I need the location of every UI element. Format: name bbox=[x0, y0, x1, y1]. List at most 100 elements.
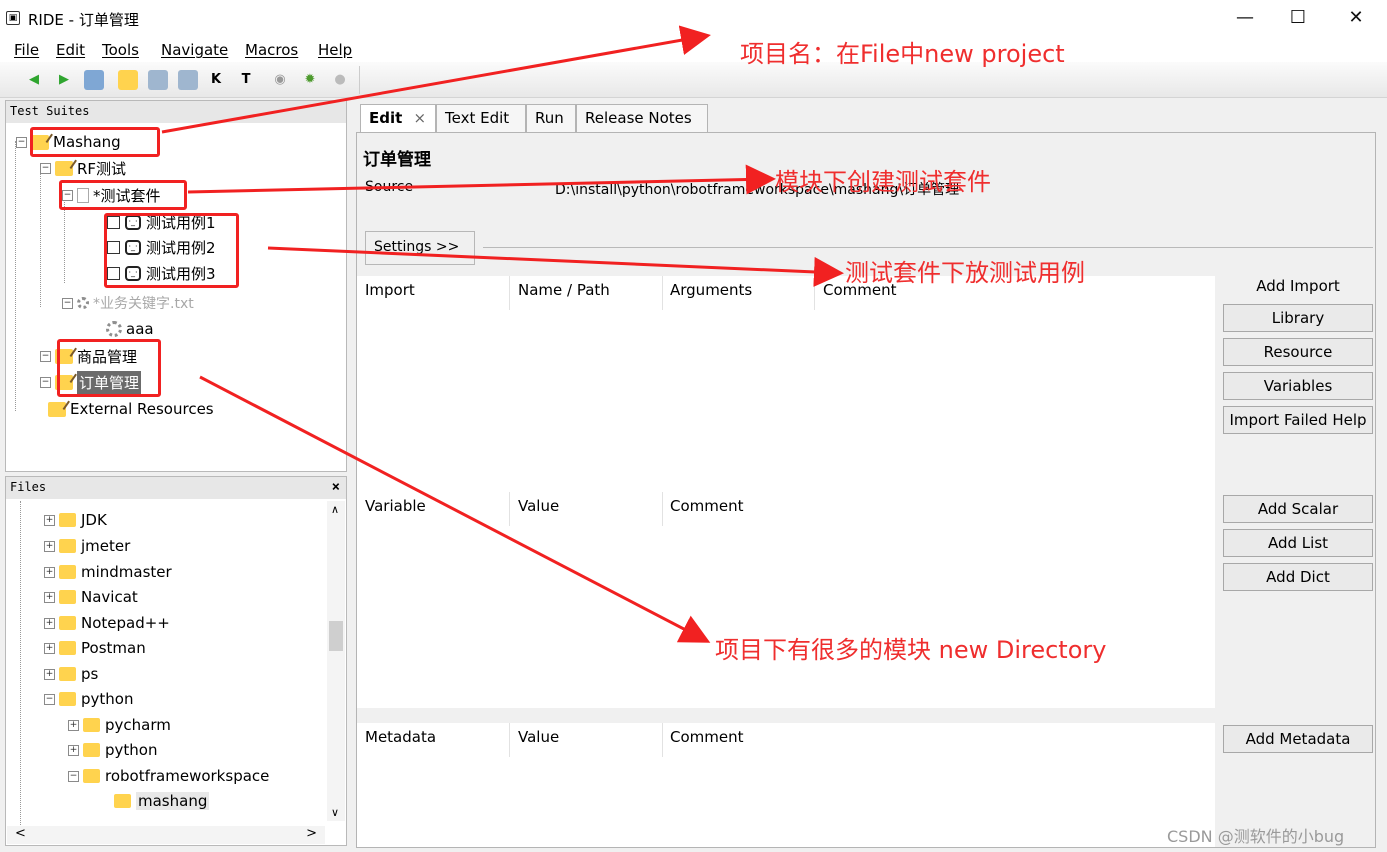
keyword-gear-icon bbox=[106, 321, 122, 337]
expand-icon[interactable]: + bbox=[44, 617, 55, 629]
scroll-thumb[interactable] bbox=[329, 621, 343, 651]
expand-icon[interactable]: + bbox=[44, 591, 55, 603]
menu-tools[interactable]: Tools bbox=[102, 41, 139, 59]
column-header: Comment bbox=[670, 497, 744, 515]
scroll-left-icon[interactable]: < bbox=[15, 826, 26, 841]
toolbar: ◀ ▶ K T ◉ ✹ ● bbox=[0, 62, 1387, 98]
file-item[interactable]: + JDK bbox=[44, 509, 107, 531]
window-title: RIDE - 订单管理 bbox=[28, 11, 139, 29]
watermark: CSDN @测软件的小bug bbox=[1167, 827, 1345, 846]
back-icon[interactable]: ◀ bbox=[24, 70, 44, 90]
file-item[interactable]: + ps bbox=[44, 663, 98, 685]
expand-icon[interactable]: + bbox=[44, 514, 55, 526]
variable-table[interactable]: Variable Value Comment bbox=[357, 492, 1215, 707]
folder-icon[interactable] bbox=[118, 70, 138, 90]
folder-icon bbox=[59, 565, 76, 579]
collapse-icon[interactable]: − bbox=[44, 693, 55, 705]
collapse-icon[interactable]: − bbox=[40, 376, 51, 388]
suite-folder-icon bbox=[55, 160, 73, 176]
save-icon[interactable] bbox=[148, 70, 168, 90]
close-window-button[interactable]: ✕ bbox=[1336, 4, 1376, 32]
scroll-down-icon[interactable]: ∨ bbox=[331, 806, 339, 819]
scroll-right-icon[interactable]: > bbox=[306, 826, 317, 841]
add-scalar-button[interactable]: Add Scalar bbox=[1223, 495, 1373, 523]
expand-icon[interactable]: + bbox=[44, 540, 55, 552]
collapse-icon[interactable]: − bbox=[40, 350, 51, 362]
file-label: python bbox=[105, 741, 158, 759]
close-tab-icon[interactable]: × bbox=[414, 109, 427, 127]
file-label: jmeter bbox=[81, 537, 131, 555]
highlight-suite bbox=[59, 180, 187, 210]
menu-macros[interactable]: Macros bbox=[245, 41, 298, 59]
forward-icon[interactable]: ▶ bbox=[54, 70, 74, 90]
tab-edit[interactable]: Edit × bbox=[360, 104, 436, 132]
files-horizontal-scrollbar[interactable]: < > bbox=[7, 826, 325, 844]
close-files-button[interactable]: × bbox=[332, 479, 340, 495]
folder-icon bbox=[59, 692, 76, 706]
toolbar-left-group: ◀ ▶ K T ◉ ✹ ● bbox=[8, 66, 360, 94]
variables-button[interactable]: Variables bbox=[1223, 372, 1373, 400]
tab-run[interactable]: Run bbox=[526, 104, 576, 132]
maximize-button[interactable]: ☐ bbox=[1278, 4, 1318, 32]
settings-button[interactable]: Settings >> bbox=[365, 231, 475, 265]
tree-node-keywords[interactable]: − *业务关键字.txt bbox=[62, 292, 194, 314]
suite-name: 订单管理 bbox=[363, 150, 431, 170]
debug-icon[interactable]: ✹ bbox=[300, 70, 320, 90]
expand-icon[interactable]: + bbox=[44, 668, 55, 680]
menu-navigate[interactable]: Navigate bbox=[161, 41, 228, 59]
text-search-icon[interactable]: T bbox=[236, 70, 256, 90]
open-icon[interactable] bbox=[84, 70, 104, 90]
run-icon[interactable]: ◉ bbox=[270, 70, 290, 90]
add-list-button[interactable]: Add List bbox=[1223, 529, 1373, 557]
menu-edit[interactable]: Edit bbox=[56, 41, 85, 59]
folder-icon bbox=[59, 539, 76, 553]
expand-icon[interactable]: + bbox=[44, 566, 55, 578]
add-dict-button[interactable]: Add Dict bbox=[1223, 563, 1373, 591]
tree-node-rf[interactable]: − RF测试 bbox=[40, 157, 126, 179]
file-label: ps bbox=[81, 665, 99, 683]
column-header: Value bbox=[518, 728, 560, 746]
library-button[interactable]: Library bbox=[1223, 304, 1373, 332]
collapse-icon[interactable]: − bbox=[68, 770, 79, 782]
file-item[interactable]: + Postman bbox=[44, 637, 146, 659]
settings-divider bbox=[483, 247, 1373, 248]
file-item[interactable]: mashang bbox=[114, 790, 210, 812]
tree-node-aaa[interactable]: aaa bbox=[106, 318, 154, 340]
save-all-icon[interactable] bbox=[178, 70, 198, 90]
collapse-icon[interactable]: − bbox=[62, 297, 73, 309]
annotation-module-suite: 模块下创建测试套件 bbox=[775, 168, 991, 196]
tab-release-notes[interactable]: Release Notes bbox=[576, 104, 708, 132]
highlight-project bbox=[30, 127, 160, 157]
menu-file[interactable]: File bbox=[14, 41, 39, 59]
tree-node-external[interactable]: External Resources bbox=[48, 398, 214, 420]
collapse-icon[interactable]: − bbox=[16, 136, 27, 148]
annotation-project: 项目名：在File中new project bbox=[740, 40, 1065, 68]
menu-help[interactable]: Help bbox=[318, 41, 352, 59]
expand-icon[interactable]: + bbox=[44, 642, 55, 654]
folder-icon bbox=[83, 769, 100, 783]
add-import-label: Add Import bbox=[1256, 277, 1340, 295]
minimize-button[interactable]: — bbox=[1225, 4, 1265, 32]
file-item[interactable]: − python bbox=[44, 688, 133, 710]
file-item[interactable]: + mindmaster bbox=[44, 561, 172, 583]
file-item[interactable]: + jmeter bbox=[44, 535, 130, 557]
files-title: Files bbox=[10, 480, 47, 494]
keyword-search-icon[interactable]: K bbox=[206, 70, 226, 90]
file-item[interactable]: + Navicat bbox=[44, 586, 138, 608]
expand-icon[interactable]: + bbox=[68, 744, 79, 756]
expand-icon[interactable]: + bbox=[68, 719, 79, 731]
tab-text-edit[interactable]: Text Edit bbox=[436, 104, 526, 132]
file-item[interactable]: + Notepad++ bbox=[44, 612, 170, 634]
resource-button[interactable]: Resource bbox=[1223, 338, 1373, 366]
file-item[interactable]: − robotframeworkspace bbox=[68, 765, 269, 787]
resource-gear-icon bbox=[77, 297, 89, 309]
files-vertical-scrollbar[interactable]: ∧ ∨ bbox=[327, 501, 345, 821]
add-metadata-button[interactable]: Add Metadata bbox=[1223, 725, 1373, 753]
stop-icon[interactable]: ● bbox=[330, 70, 350, 90]
metadata-table[interactable]: Metadata Value Comment bbox=[357, 723, 1215, 847]
import-failed-help-button[interactable]: Import Failed Help bbox=[1223, 406, 1373, 434]
collapse-icon[interactable]: − bbox=[40, 162, 51, 174]
scroll-up-icon[interactable]: ∧ bbox=[331, 503, 339, 516]
file-item[interactable]: + pycharm bbox=[68, 714, 171, 736]
file-item[interactable]: + python bbox=[68, 739, 157, 761]
